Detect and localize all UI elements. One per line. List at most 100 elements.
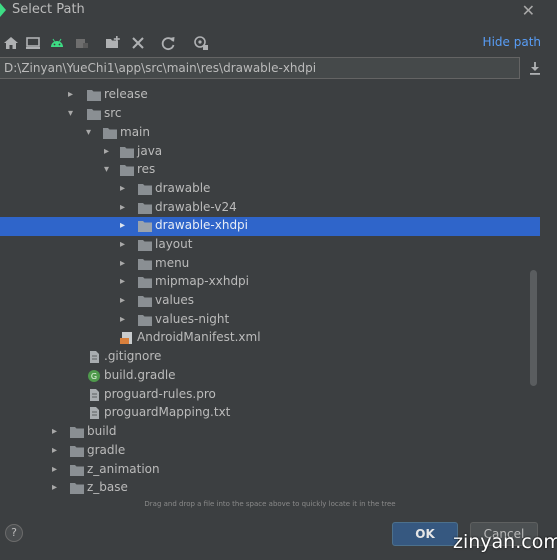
tree-row-mipmap-xxhdpi[interactable]: ▸ mipmap-xxhdpi <box>0 273 540 292</box>
file-tree[interactable]: ▸ release ▾ src ▾ main ▸ java ▾ res ▸ dr… <box>0 84 557 496</box>
tree-label: java <box>137 144 163 158</box>
folder-icon <box>70 446 84 457</box>
tree-row-drawable-xhdpi-selected[interactable]: ▸ drawable-xhdpi <box>0 217 540 236</box>
close-icon[interactable]: ✕ <box>522 1 535 20</box>
folder-icon <box>138 184 152 195</box>
tree-label: mipmap-xxhdpi <box>155 274 250 288</box>
desktop-icon[interactable] <box>24 34 42 52</box>
tree-row-build[interactable]: ▸ build <box>0 423 540 442</box>
tree-label: menu <box>155 256 190 270</box>
text-file-icon <box>90 389 99 401</box>
chevron-right-icon[interactable]: ▸ <box>120 239 130 251</box>
tree-row-gradle[interactable]: ▸ gradle <box>0 442 540 461</box>
tree-row-gitignore[interactable]: .gitignore <box>0 348 540 367</box>
chevron-right-icon[interactable]: ▸ <box>52 445 62 457</box>
tree-label: z_base <box>87 480 128 494</box>
path-field[interactable]: D:\Zinyan\YueChi1\app\src\main\res\drawa… <box>0 57 520 79</box>
tree-label: res <box>137 162 156 176</box>
chevron-down-icon[interactable]: ▾ <box>86 127 96 139</box>
tree-row-res[interactable]: ▾ res <box>0 161 540 180</box>
tree-row-main[interactable]: ▾ main <box>0 124 540 143</box>
gradle-file-icon: G <box>88 370 100 382</box>
chevron-right-icon[interactable]: ▸ <box>120 276 130 288</box>
tree-label: proguard-rules.pro <box>104 387 216 401</box>
show-hidden-icon[interactable] <box>192 34 210 52</box>
tree-label: values-night <box>155 312 230 326</box>
folder-icon <box>138 315 152 326</box>
tree-label: proguardMapping.txt <box>104 405 231 419</box>
tree-row-proguard-mapping[interactable]: proguardMapping.txt <box>0 404 540 423</box>
tree-label: release <box>104 87 148 101</box>
text-file-icon <box>90 351 99 363</box>
folder-icon <box>103 128 117 139</box>
folder-icon <box>138 221 152 232</box>
title-bar: Select Path ✕ <box>0 0 557 24</box>
tree-row-z-base[interactable]: ▸ z_base <box>0 479 540 496</box>
download-icon[interactable] <box>525 58 545 78</box>
ok-button[interactable]: OK <box>392 522 458 546</box>
project-module-icon[interactable] <box>73 34 91 52</box>
folder-icon <box>87 90 101 101</box>
xml-file-icon <box>120 332 132 344</box>
chevron-right-icon[interactable]: ▸ <box>52 464 62 476</box>
home-icon[interactable] <box>2 34 20 52</box>
tree-row-proguard-rules[interactable]: proguard-rules.pro <box>0 386 540 405</box>
chevron-right-icon[interactable]: ▸ <box>120 295 130 307</box>
tree-row-build-gradle[interactable]: G build.gradle <box>0 367 540 386</box>
folder-icon <box>138 296 152 307</box>
chevron-right-icon[interactable]: ▸ <box>120 258 130 270</box>
chevron-down-icon[interactable]: ▾ <box>68 108 78 120</box>
tree-label: drawable-xhdpi <box>155 218 249 232</box>
path-input[interactable]: D:\Zinyan\YueChi1\app\src\main\res\drawa… <box>4 61 316 75</box>
tree-row-values-night[interactable]: ▸ values-night <box>0 311 540 330</box>
tree-label: drawable <box>155 181 211 195</box>
dialog-title: Select Path <box>12 2 85 17</box>
tree-label: layout <box>155 237 193 251</box>
chevron-right-icon[interactable]: ▸ <box>52 426 62 438</box>
chevron-right-icon[interactable]: ▸ <box>120 220 130 232</box>
folder-icon <box>138 277 152 288</box>
chevron-right-icon[interactable]: ▸ <box>120 183 130 195</box>
folder-icon <box>70 427 84 438</box>
chevron-right-icon[interactable]: ▸ <box>68 89 78 101</box>
tree-row-drawable-v24[interactable]: ▸ drawable-v24 <box>0 199 540 218</box>
folder-icon <box>70 465 84 476</box>
tree-row-release[interactable]: ▸ release <box>0 86 540 105</box>
tree-label: drawable-v24 <box>155 200 237 214</box>
chevron-right-icon[interactable]: ▸ <box>104 146 114 158</box>
folder-icon <box>138 240 152 251</box>
android-studio-icon <box>0 3 6 17</box>
tree-scrollbar[interactable] <box>530 270 537 386</box>
chevron-right-icon[interactable]: ▸ <box>120 202 130 214</box>
tree-row-android-manifest[interactable]: AndroidManifest.xml <box>0 329 540 348</box>
tree-label: z_animation <box>87 462 160 476</box>
text-file-icon <box>90 407 99 419</box>
delete-icon[interactable] <box>129 34 147 52</box>
tree-row-layout[interactable]: ▸ layout <box>0 236 540 255</box>
watermark: zinyan.com <box>453 531 557 553</box>
tree-row-z-animation[interactable]: ▸ z_animation <box>0 461 540 480</box>
tree-label: build <box>87 424 117 438</box>
android-icon[interactable] <box>48 34 66 52</box>
tree-row-drawable[interactable]: ▸ drawable <box>0 180 540 199</box>
help-button[interactable]: ? <box>5 524 23 542</box>
folder-icon <box>120 165 134 176</box>
refresh-icon[interactable] <box>159 34 177 52</box>
folder-icon <box>138 259 152 270</box>
tree-label: values <box>155 293 195 307</box>
chevron-down-icon[interactable]: ▾ <box>104 164 114 176</box>
folder-icon <box>87 109 101 120</box>
tree-label: main <box>120 125 150 139</box>
toolbar: Hide path <box>0 30 557 56</box>
tree-label: src <box>104 106 122 120</box>
tree-label: build.gradle <box>104 368 176 382</box>
chevron-right-icon[interactable]: ▸ <box>52 482 62 494</box>
chevron-right-icon[interactable]: ▸ <box>120 314 130 326</box>
tree-row-menu[interactable]: ▸ menu <box>0 255 540 274</box>
tree-row-java[interactable]: ▸ java <box>0 143 540 162</box>
new-folder-icon[interactable] <box>104 34 122 52</box>
tree-row-src[interactable]: ▾ src <box>0 105 540 124</box>
hide-path-link[interactable]: Hide path <box>483 35 541 49</box>
drag-drop-hint: Drag and drop a file into the space abov… <box>144 500 396 508</box>
tree-row-values[interactable]: ▸ values <box>0 292 540 311</box>
